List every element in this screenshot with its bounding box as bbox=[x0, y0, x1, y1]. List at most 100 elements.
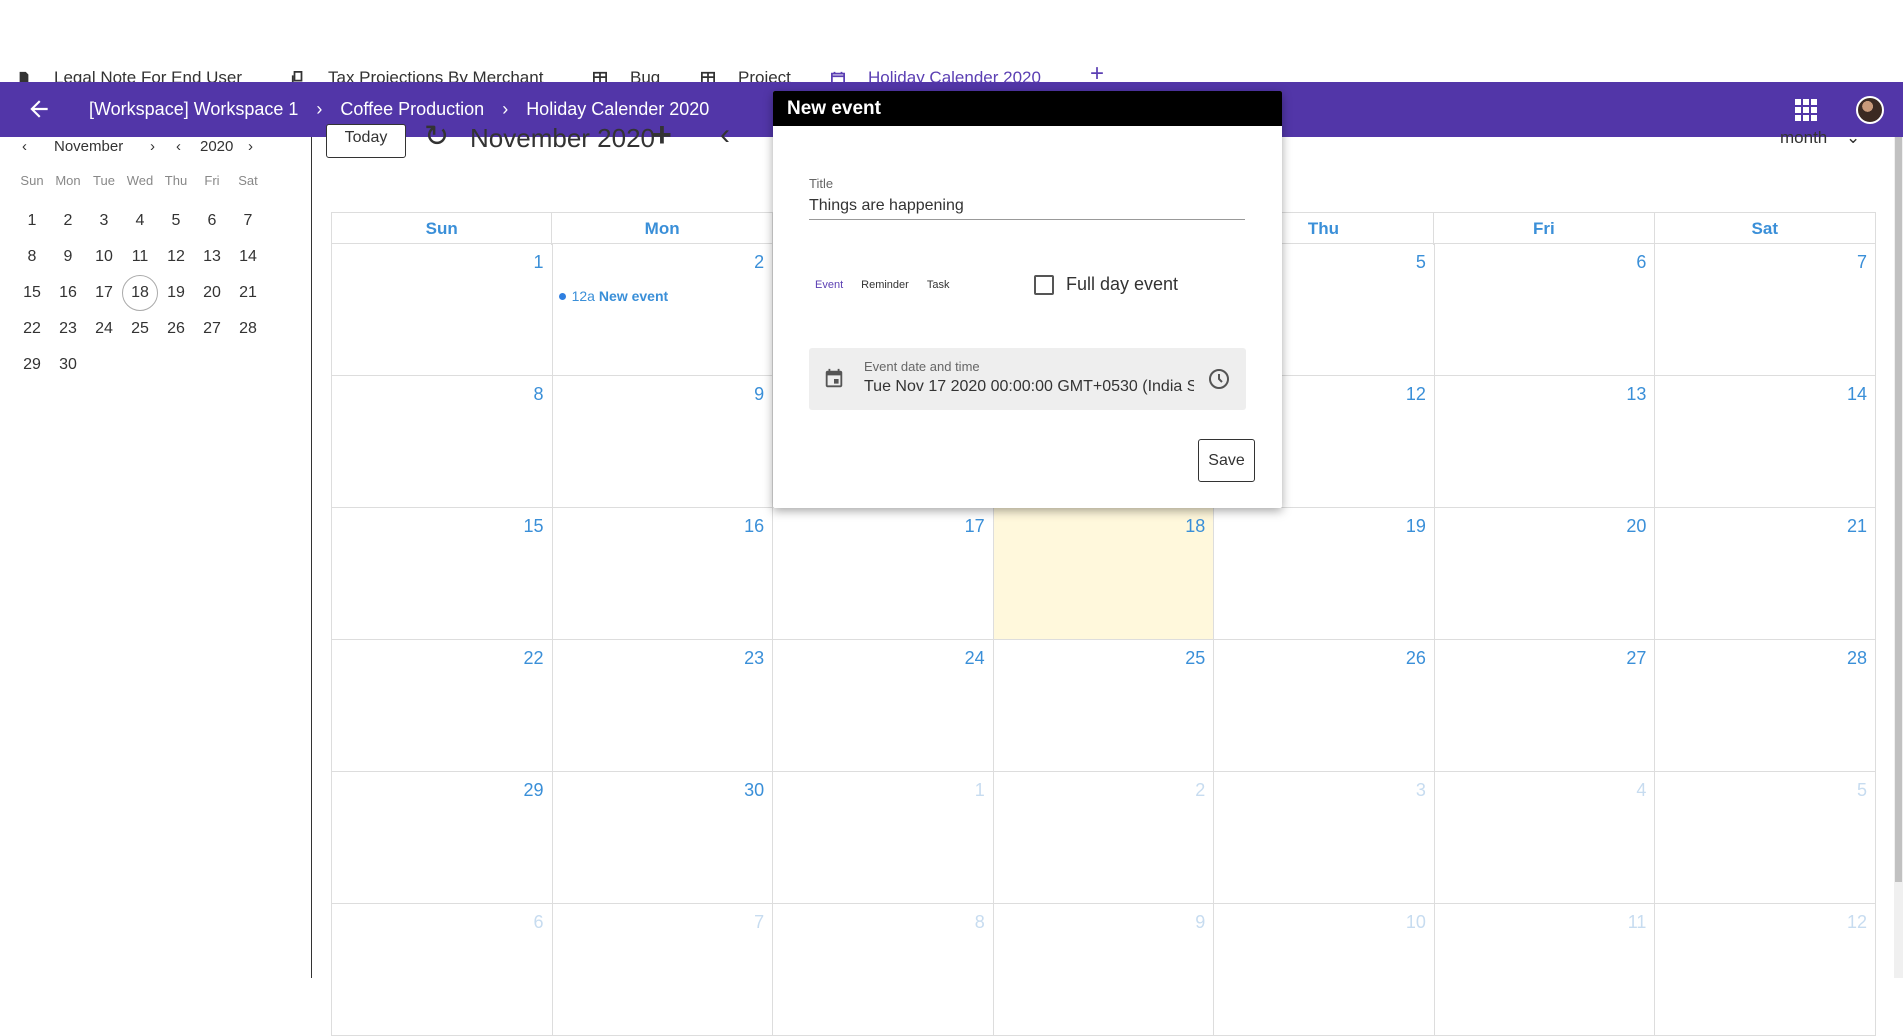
day-number[interactable]: 29 bbox=[524, 780, 544, 801]
day-cell[interactable]: 10 bbox=[1214, 904, 1435, 1036]
mini-day[interactable]: 30 bbox=[50, 347, 86, 383]
day-number[interactable]: 7 bbox=[1857, 252, 1867, 273]
full-day-checkbox[interactable]: Full day event bbox=[1034, 274, 1178, 295]
calendar-event[interactable]: 12a New event bbox=[558, 288, 668, 304]
view-select[interactable]: month ⌄ bbox=[1780, 128, 1860, 148]
day-cell[interactable]: 4 bbox=[1434, 772, 1656, 904]
mini-day[interactable]: 21 bbox=[230, 275, 266, 311]
day-cell[interactable]: 13 bbox=[1434, 376, 1656, 508]
day-number[interactable]: 11 bbox=[1628, 912, 1647, 933]
day-number[interactable]: 1 bbox=[534, 252, 544, 273]
mini-day[interactable]: 5 bbox=[158, 203, 194, 239]
day-cell[interactable]: 29 bbox=[332, 772, 553, 904]
day-number[interactable]: 6 bbox=[1636, 252, 1646, 273]
day-cell[interactable]: 7 bbox=[1655, 244, 1876, 376]
mini-day[interactable]: 4 bbox=[122, 203, 158, 239]
mini-day[interactable]: 6 bbox=[194, 203, 230, 239]
add-event-icon[interactable]: + bbox=[652, 118, 672, 152]
day-number[interactable]: 2 bbox=[1195, 780, 1205, 801]
day-cell[interactable]: 30 bbox=[552, 772, 774, 904]
datetime-value[interactable]: Tue Nov 17 2020 00:00:00 GMT+0530 (India… bbox=[864, 378, 1194, 396]
checkbox-icon[interactable] bbox=[1034, 274, 1054, 295]
day-number[interactable]: 17 bbox=[965, 516, 985, 537]
day-cell[interactable]: 28 bbox=[1655, 640, 1876, 772]
mini-day[interactable]: 19 bbox=[158, 275, 194, 311]
day-cell[interactable]: 27 bbox=[1434, 640, 1656, 772]
day-cell[interactable]: 2 bbox=[993, 772, 1215, 904]
day-number[interactable]: 9 bbox=[754, 384, 764, 405]
tab-reminder[interactable]: Reminder bbox=[861, 279, 909, 291]
day-number[interactable]: 5 bbox=[1416, 252, 1426, 273]
day-number[interactable]: 2 bbox=[754, 252, 764, 273]
title-input[interactable] bbox=[809, 193, 1245, 220]
day-number[interactable]: 28 bbox=[1847, 648, 1867, 669]
day-number[interactable]: 12 bbox=[1847, 912, 1867, 933]
clock-icon[interactable] bbox=[1207, 367, 1231, 391]
day-cell[interactable]: 7 bbox=[552, 904, 774, 1036]
mini-day[interactable]: 22 bbox=[14, 311, 50, 347]
mini-day[interactable]: 12 bbox=[158, 239, 194, 275]
breadcrumb-current[interactable]: Holiday Calender 2020 bbox=[526, 99, 709, 120]
day-cell[interactable]: 23 bbox=[552, 640, 774, 772]
back-arrow-icon[interactable] bbox=[26, 96, 52, 122]
mini-day[interactable]: 23 bbox=[50, 311, 86, 347]
day-cell[interactable]: 16 bbox=[552, 508, 774, 640]
day-number[interactable]: 24 bbox=[965, 648, 985, 669]
day-cell[interactable]: 11 bbox=[1434, 904, 1656, 1036]
scrollbar[interactable] bbox=[1894, 137, 1903, 978]
mini-day[interactable]: 29 bbox=[14, 347, 50, 383]
mini-day[interactable]: 8 bbox=[14, 239, 50, 275]
day-number[interactable]: 8 bbox=[534, 384, 544, 405]
day-cell[interactable]: 9 bbox=[552, 376, 774, 508]
mini-day[interactable]: 25 bbox=[122, 311, 158, 347]
day-number[interactable]: 30 bbox=[744, 780, 764, 801]
day-cell[interactable]: 5 bbox=[1655, 772, 1876, 904]
day-number[interactable]: 16 bbox=[744, 516, 764, 537]
day-number[interactable]: 14 bbox=[1847, 384, 1867, 405]
day-cell[interactable]: 14 bbox=[1655, 376, 1876, 508]
day-number[interactable]: 12 bbox=[1406, 384, 1426, 405]
day-number[interactable]: 18 bbox=[1185, 516, 1205, 537]
day-cell[interactable]: 9 bbox=[993, 904, 1215, 1036]
day-cell[interactable]: 6 bbox=[1434, 244, 1656, 376]
day-cell[interactable]: 15 bbox=[332, 508, 553, 640]
day-number[interactable]: 5 bbox=[1857, 780, 1867, 801]
day-cell[interactable]: 24 bbox=[773, 640, 994, 772]
day-number[interactable]: 19 bbox=[1406, 516, 1426, 537]
prev-year-icon[interactable]: ‹ bbox=[176, 138, 181, 155]
event-datetime-field[interactable]: Event date and time Tue Nov 17 2020 00:0… bbox=[809, 348, 1246, 410]
day-number[interactable]: 13 bbox=[1626, 384, 1646, 405]
day-cell[interactable]: 8 bbox=[332, 376, 553, 508]
day-cell[interactable]: 20 bbox=[1434, 508, 1656, 640]
tab-event[interactable]: Event bbox=[815, 279, 843, 291]
mini-day[interactable]: 24 bbox=[86, 311, 122, 347]
mini-day[interactable]: 26 bbox=[158, 311, 194, 347]
day-cell[interactable]: 2 12a New event bbox=[552, 244, 774, 376]
chevron-left-icon[interactable]: ‹ bbox=[720, 120, 730, 150]
day-cell[interactable]: 6 bbox=[332, 904, 553, 1036]
day-cell[interactable]: 26 bbox=[1214, 640, 1435, 772]
avatar[interactable] bbox=[1856, 96, 1884, 124]
add-tab-icon[interactable]: + bbox=[1090, 62, 1110, 86]
breadcrumb-folder[interactable]: Coffee Production bbox=[340, 99, 484, 120]
mini-day[interactable]: 9 bbox=[50, 239, 86, 275]
mini-day[interactable]: 14 bbox=[230, 239, 266, 275]
apps-grid-icon[interactable] bbox=[1795, 99, 1817, 121]
mini-day[interactable]: 17 bbox=[86, 275, 122, 311]
mini-day[interactable]: 7 bbox=[230, 203, 266, 239]
scrollbar-thumb[interactable] bbox=[1895, 137, 1902, 882]
day-number[interactable]: 4 bbox=[1636, 780, 1646, 801]
day-number[interactable]: 25 bbox=[1185, 648, 1205, 669]
mini-day[interactable]: 27 bbox=[194, 311, 230, 347]
next-month-icon[interactable]: › bbox=[150, 138, 155, 155]
mini-day[interactable]: 3 bbox=[86, 203, 122, 239]
mini-day[interactable]: 10 bbox=[86, 239, 122, 275]
tab-task[interactable]: Task bbox=[927, 279, 950, 291]
day-number[interactable]: 15 bbox=[524, 516, 544, 537]
mini-day[interactable]: 11 bbox=[122, 239, 158, 275]
day-number[interactable]: 26 bbox=[1406, 648, 1426, 669]
day-number[interactable]: 23 bbox=[744, 648, 764, 669]
mini-day[interactable]: 13 bbox=[194, 239, 230, 275]
day-cell[interactable]: 1 bbox=[332, 244, 553, 376]
day-number[interactable]: 10 bbox=[1406, 912, 1426, 933]
